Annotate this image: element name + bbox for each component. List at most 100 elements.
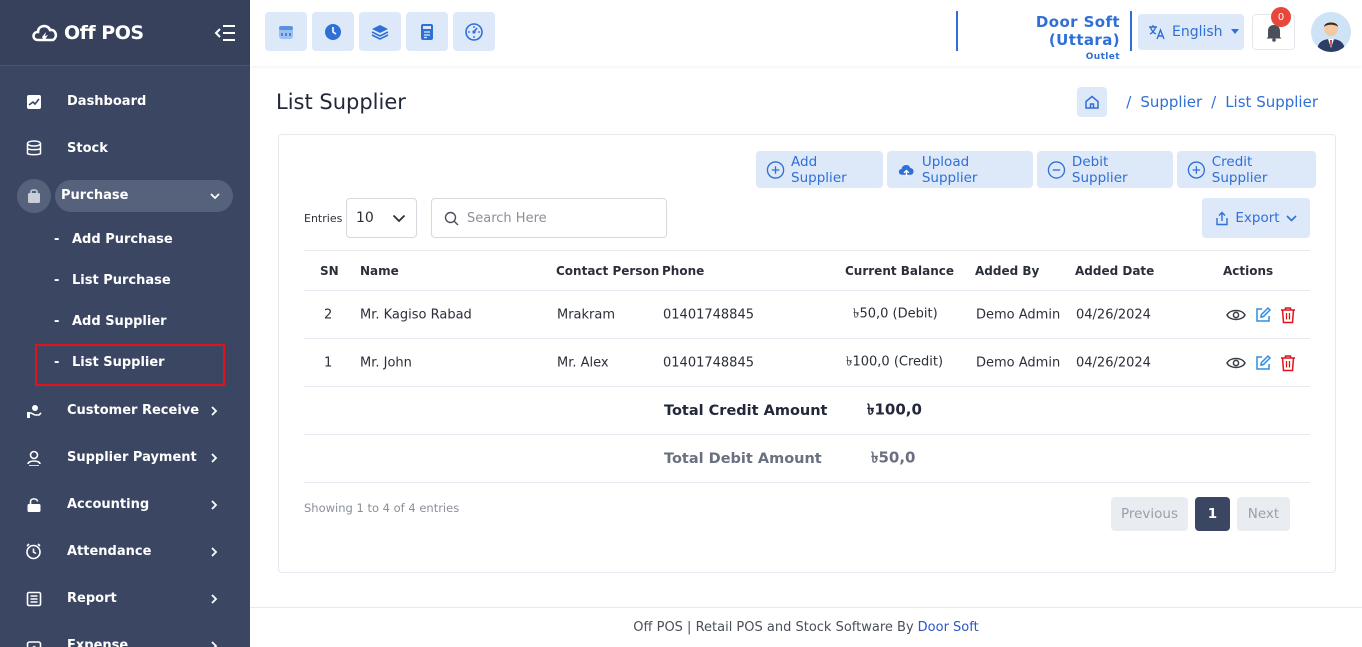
entries-select[interactable]: 10 [346, 198, 417, 238]
sidebar-item-label: Expense [67, 638, 129, 647]
app-logo[interactable]: Off POS [30, 20, 214, 46]
cell-balance: ৳50,0 (Debit) [853, 306, 938, 321]
cell-name: Mr. Kagiso Rabad [360, 307, 472, 322]
quick-layers-button[interactable] [359, 12, 401, 51]
language-dropdown[interactable]: English [1138, 14, 1244, 50]
edit-icon[interactable] [1254, 306, 1272, 324]
total-debit-label: Total Debit Amount [664, 450, 822, 467]
col-header-name[interactable]: Name [360, 264, 399, 278]
col-header-phone[interactable]: Phone [662, 264, 704, 278]
col-header-sn[interactable]: SN [320, 264, 339, 278]
quick-clock-button[interactable] [312, 12, 354, 51]
pagination: Previous 1 Next [1111, 497, 1290, 531]
sidebar-item-stock[interactable]: Stock [0, 125, 250, 172]
dashboard-icon [25, 93, 42, 110]
chevron-right-icon [211, 593, 218, 604]
sidebar-item-attendance[interactable]: Attendance [0, 528, 250, 575]
footer-text: Off POS | Retail POS and Stock Software … [633, 620, 914, 635]
view-icon[interactable] [1226, 356, 1246, 370]
add-supplier-button[interactable]: Add Supplier [756, 151, 883, 188]
search-box [431, 198, 667, 238]
search-icon [444, 211, 459, 225]
quick-calculator-button[interactable] [406, 12, 448, 51]
quick-pos-button[interactable] [265, 12, 307, 51]
submenu-item-add-purchase[interactable]: - Add Purchase [0, 219, 250, 260]
cell-contact: Mrakram [557, 307, 616, 322]
outlet-switcher[interactable]: Door Soft (Uttara) Outlet [956, 11, 1132, 62]
previous-page-button[interactable]: Previous [1111, 497, 1188, 531]
chevron-right-icon [211, 499, 218, 510]
col-header-added-by[interactable]: Added By [975, 264, 1039, 278]
bullet-dash: - [54, 232, 60, 247]
report-icon [25, 590, 42, 607]
debit-supplier-label: Debit Supplier [1071, 153, 1128, 186]
next-page-button[interactable]: Next [1237, 497, 1290, 531]
delete-icon[interactable] [1280, 306, 1296, 324]
sidebar-item-supplier-payment[interactable]: Supplier Payment [0, 434, 250, 481]
footer: Off POS | Retail POS and Stock Software … [250, 607, 1362, 647]
sidebar-item-purchase[interactable]: Purchase [0, 172, 250, 219]
quick-dashboard-button[interactable] [453, 12, 495, 51]
caret-down-icon [1230, 29, 1239, 34]
sidebar-item-dashboard[interactable]: Dashboard [0, 78, 250, 125]
submenu-item-list-supplier[interactable]: - List Supplier [0, 342, 250, 386]
sidebar-item-report[interactable]: Report [0, 575, 250, 622]
cell-contact: Mr. Alex [557, 355, 609, 370]
payment-icon [25, 449, 42, 466]
view-icon[interactable] [1226, 308, 1246, 322]
supplier-table: SN Name Contact Person Phone Current Bal… [304, 250, 1310, 483]
page-title: List Supplier [276, 90, 406, 114]
edit-icon[interactable] [1254, 354, 1272, 372]
hand-coin-icon [25, 402, 42, 419]
cell-sn: 1 [324, 355, 333, 370]
search-input[interactable] [467, 210, 647, 226]
cell-added-by: Demo Admin [976, 355, 1061, 370]
outlet-name: Door Soft (Uttara) [1035, 13, 1120, 49]
notification-badge: 0 [1271, 7, 1291, 27]
debit-supplier-button[interactable]: Debit Supplier [1037, 151, 1173, 188]
upload-supplier-label: Upload Supplier [921, 153, 978, 186]
cell-phone: 01401748845 [663, 355, 754, 370]
breadcrumb-item-supplier[interactable]: Supplier [1140, 93, 1202, 111]
purchase-pill[interactable]: Purchase [55, 179, 233, 212]
export-dropdown[interactable]: Export [1202, 198, 1310, 238]
entries-label: Entries [304, 212, 343, 225]
share-icon [1216, 211, 1229, 225]
top-bar: Door Soft (Uttara) Outlet English 0 [250, 0, 1362, 66]
table-header: SN Name Contact Person Phone Current Bal… [304, 250, 1310, 291]
user-avatar[interactable] [1311, 12, 1351, 52]
sidebar-item-customer-receive[interactable]: Customer Receive [0, 387, 250, 434]
footer-company-link[interactable]: Door Soft [918, 620, 979, 635]
breadcrumb-separator: / [1211, 93, 1217, 111]
credit-supplier-label: Credit Supplier [1211, 153, 1268, 186]
cell-sn: 2 [324, 307, 333, 322]
plus-circle-icon [1187, 160, 1205, 179]
submenu-label: Add Purchase [72, 232, 173, 247]
bullet-dash: - [54, 273, 60, 288]
page-1-button[interactable]: 1 [1195, 497, 1230, 531]
sidebar-item-accounting[interactable]: Accounting [0, 481, 250, 528]
bullet-dash: - [54, 314, 60, 329]
submenu-label: List Supplier [72, 355, 165, 370]
chevron-right-icon [211, 405, 218, 416]
sidebar-item-expense[interactable]: $ Expense [0, 622, 250, 647]
total-debit-row: Total Debit Amount ৳50,0 [304, 435, 1310, 483]
delete-icon[interactable] [1280, 354, 1296, 372]
col-header-balance[interactable]: Current Balance [845, 264, 954, 278]
upload-supplier-button[interactable]: Upload Supplier [887, 151, 1033, 188]
submenu-item-list-purchase[interactable]: - List Purchase [0, 260, 250, 301]
cell-phone: 01401748845 [663, 307, 754, 322]
submenu-label: List Purchase [72, 273, 171, 288]
submenu-item-add-supplier[interactable]: - Add Supplier [0, 301, 250, 342]
layers-icon [371, 24, 389, 40]
col-header-added-date[interactable]: Added Date [1075, 264, 1154, 278]
breadcrumb-home[interactable] [1077, 87, 1108, 117]
credit-supplier-button[interactable]: Credit Supplier [1177, 151, 1316, 188]
cloud-upload-icon [898, 164, 914, 177]
total-credit-row: Total Credit Amount ৳100,0 [304, 387, 1310, 435]
cell-added-date: 04/26/2024 [1076, 307, 1151, 322]
clock-icon [325, 23, 341, 40]
cell-name: Mr. John [360, 355, 412, 370]
collapse-sidebar-icon[interactable] [214, 23, 236, 43]
col-header-contact[interactable]: Contact Person [556, 264, 659, 278]
